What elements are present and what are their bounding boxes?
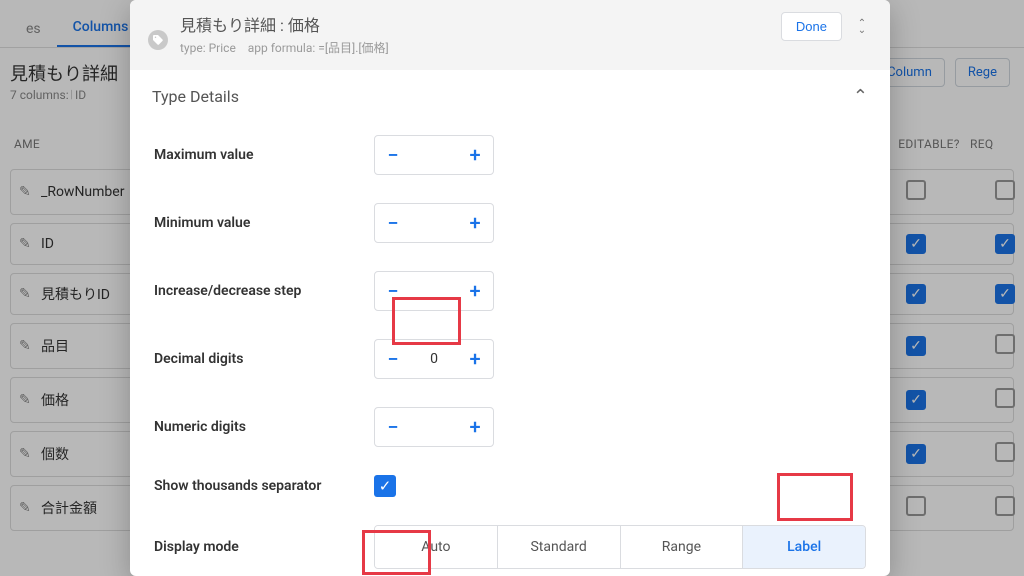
bg-regenerate-button: Rege — [955, 58, 1010, 87]
editable-checkbox — [906, 180, 926, 200]
minus-icon[interactable]: − — [375, 272, 411, 310]
display-mode-segmented[interactable]: AutoStandardRangeLabel — [374, 525, 866, 569]
bg-tab: es — [10, 11, 57, 47]
thousands-separator-checkbox[interactable] — [374, 475, 396, 497]
minus-icon[interactable]: − — [375, 340, 411, 378]
editable-checkbox — [906, 336, 926, 356]
plus-icon[interactable]: + — [457, 340, 493, 378]
done-button[interactable]: Done — [781, 12, 842, 41]
formula-label: app formula: — [248, 41, 316, 55]
display-mode-option[interactable]: Range — [621, 526, 744, 568]
section-title: Type Details — [152, 87, 239, 106]
label-decimal-digits: Decimal digits — [154, 351, 374, 367]
numeric-digits-stepper[interactable]: − + — [374, 407, 494, 447]
modal-title: 見積もり詳細 : 価格 — [180, 12, 769, 36]
minus-icon[interactable]: − — [375, 136, 411, 174]
plus-icon[interactable]: + — [457, 136, 493, 174]
minimum-value-stepper[interactable]: − + — [374, 203, 494, 243]
pencil-icon: ✎ — [19, 236, 33, 252]
bg-col-editable: EDITABLE? — [888, 137, 970, 151]
required-checkbox — [995, 284, 1015, 304]
required-checkbox — [995, 496, 1015, 516]
label-numeric-digits: Numeric digits — [154, 419, 374, 435]
formula-value: =[品目].[価格] — [318, 41, 388, 55]
required-checkbox — [995, 334, 1015, 354]
bg-col-name: AME — [14, 137, 144, 151]
label-step: Increase/decrease step — [154, 283, 374, 299]
bg-table-title: 見積もり詳細 — [10, 60, 118, 86]
display-mode-option[interactable]: Auto — [375, 526, 498, 568]
decimal-value-display: 0 — [411, 340, 457, 378]
link-icon: 𝄀 — [72, 88, 75, 102]
editable-checkbox — [906, 496, 926, 516]
step-value-display — [411, 272, 457, 310]
label-maximum-value: Maximum value — [154, 147, 374, 163]
numeric-value-display — [411, 408, 457, 446]
decimal-digits-stepper[interactable]: − 0 + — [374, 339, 494, 379]
chevron-up-icon[interactable]: ⌃ — [853, 86, 868, 107]
display-mode-option[interactable]: Standard — [498, 526, 621, 568]
bg-col-required: REQ — [970, 137, 1010, 151]
required-checkbox — [995, 180, 1015, 200]
bg-id-label: ID — [75, 88, 86, 102]
required-checkbox — [995, 388, 1015, 408]
minus-icon[interactable]: − — [375, 408, 411, 446]
maximum-value-stepper[interactable]: − + — [374, 135, 494, 175]
editable-checkbox — [906, 284, 926, 304]
editable-checkbox — [906, 234, 926, 254]
plus-icon[interactable]: + — [457, 272, 493, 310]
bg-columns-count: 7 columns: — [10, 88, 69, 102]
required-checkbox — [995, 234, 1015, 254]
type-value: Price — [209, 41, 236, 55]
pencil-icon: ✎ — [19, 286, 33, 302]
label-minimum-value: Minimum value — [154, 215, 374, 231]
step-stepper[interactable]: − + — [374, 271, 494, 311]
pencil-icon: ✎ — [19, 338, 33, 354]
pencil-icon: ✎ — [19, 446, 33, 462]
label-thousands-separator: Show thousands separator — [154, 478, 374, 494]
editable-checkbox — [906, 390, 926, 410]
display-mode-option[interactable]: Label — [743, 526, 865, 568]
expand-collapse-icon[interactable]: ⌃⌄ — [852, 20, 872, 34]
max-value-display — [411, 136, 457, 174]
required-checkbox — [995, 442, 1015, 462]
type-label: type: — [180, 41, 206, 55]
minus-icon[interactable]: − — [375, 204, 411, 242]
plus-icon[interactable]: + — [457, 408, 493, 446]
tag-icon — [148, 30, 168, 50]
pencil-icon: ✎ — [19, 500, 33, 516]
plus-icon[interactable]: + — [457, 204, 493, 242]
label-display-mode: Display mode — [154, 539, 374, 555]
column-settings-modal: 見積もり詳細 : 価格 type: Price app formula: =[品… — [130, 0, 890, 576]
pencil-icon: ✎ — [19, 184, 33, 200]
editable-checkbox — [906, 444, 926, 464]
min-value-display — [411, 204, 457, 242]
pencil-icon: ✎ — [19, 392, 33, 408]
